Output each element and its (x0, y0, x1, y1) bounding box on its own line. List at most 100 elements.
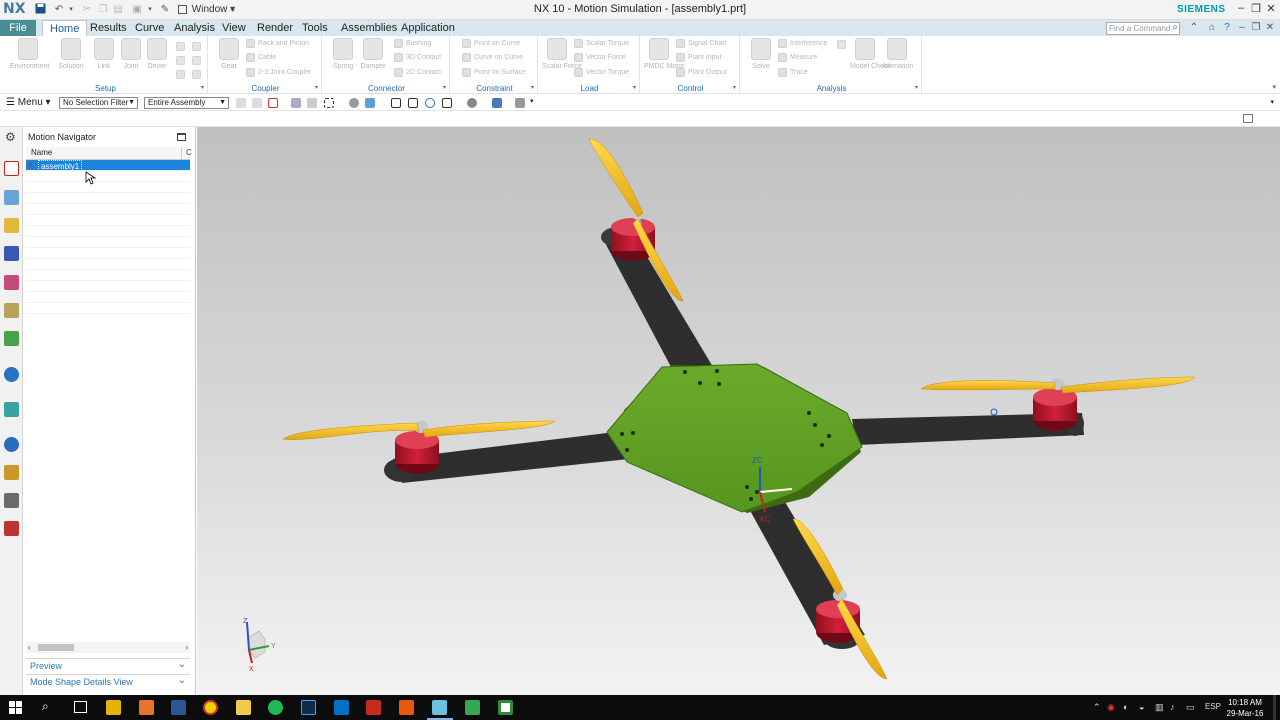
doc-restore-icon[interactable]: ❐ (1250, 22, 1262, 33)
tab-application[interactable]: Application (394, 20, 462, 36)
nx-app-icon[interactable] (432, 700, 447, 715)
environment-button[interactable]: Environment (10, 38, 49, 70)
doc-minimize-icon[interactable]: – (1236, 22, 1248, 33)
toolbar-more-icon[interactable]: ▾ (530, 97, 534, 105)
model-check-button[interactable]: Model Check (850, 38, 891, 70)
scalar-force-button[interactable]: Scalar Force (542, 38, 582, 70)
process-studio-icon[interactable] (4, 402, 19, 417)
clock-icon[interactable] (4, 437, 19, 452)
point-icon[interactable] (192, 42, 201, 51)
outlook-icon[interactable] (334, 700, 349, 715)
part-navigator-icon[interactable] (4, 246, 19, 261)
navigator-horizontal-scrollbar[interactable]: ‹ › (26, 642, 190, 653)
contact-2d-button[interactable]: 2D Contact (394, 67, 441, 79)
web-browser-icon[interactable] (4, 331, 19, 346)
motion-navigator-icon[interactable] (4, 161, 19, 176)
shaded-icon[interactable] (467, 98, 477, 108)
roles-icon[interactable] (4, 465, 19, 480)
word-icon[interactable] (171, 700, 186, 715)
restore-button[interactable]: ❐ (1249, 2, 1263, 15)
plant-output-button[interactable]: Plant Output (676, 67, 727, 79)
system-clock[interactable]: 10:18 AM 29-Mar-16 (1222, 697, 1268, 719)
app-orange-icon[interactable] (139, 700, 154, 715)
solve-button[interactable]: Solve (746, 38, 776, 70)
interference-options-icon[interactable] (837, 40, 846, 49)
point-on-surface-button[interactable]: Point on Surface (462, 67, 526, 79)
tab-tools[interactable]: Tools (295, 20, 335, 36)
doc-close-icon[interactable]: ✕ (1264, 22, 1276, 33)
camtasia-icon[interactable] (498, 700, 513, 715)
tray-app-icon[interactable]: ◐ (1123, 702, 1128, 712)
tab-results[interactable]: Results (83, 20, 134, 36)
damper-button[interactable]: Damper (358, 38, 388, 70)
column-name[interactable]: Name (31, 148, 52, 157)
tree-node-assembly1[interactable]: ♙ assembly1 (26, 160, 190, 173)
fit-icon[interactable] (391, 98, 401, 108)
select-feature-icon[interactable] (236, 98, 246, 108)
select-body-icon[interactable] (252, 98, 262, 108)
folder-icon[interactable] (236, 700, 251, 715)
body-icon[interactable] (176, 70, 185, 79)
rack-and-pinion-button[interactable]: Rack and Pinion (246, 38, 309, 50)
curve-on-curve-button[interactable]: Curve on Curve (462, 52, 523, 64)
reuse-library-icon[interactable] (4, 275, 19, 290)
language-indicator[interactable]: ESP (1205, 702, 1221, 711)
column-divider[interactable] (181, 147, 182, 160)
solution-button[interactable]: Solution (56, 38, 86, 70)
tab-analysis[interactable]: Analysis (167, 20, 222, 36)
ribbon-options-icon[interactable]: ▾ (1272, 83, 1276, 91)
search-icon[interactable]: ⌕ (1169, 22, 1181, 33)
palettes-icon[interactable] (4, 521, 19, 536)
scroll-left-icon[interactable]: ‹ (28, 642, 31, 653)
cable-button[interactable]: Cable (246, 52, 276, 64)
rotate-icon[interactable] (425, 98, 435, 108)
select-edge-icon[interactable] (307, 98, 317, 108)
vector-force-button[interactable]: Vector Force (574, 52, 626, 64)
notifications-icon[interactable]: ▭ (1186, 702, 1195, 713)
mode-shape-panel-header[interactable]: Mode Shape Details View ⌄ (26, 674, 190, 688)
measure-button[interactable]: Measure (778, 52, 817, 64)
zoom-icon[interactable] (408, 98, 418, 108)
bushing-button[interactable]: Bushing (394, 38, 431, 50)
hd3d-tools-icon[interactable] (4, 303, 19, 318)
interference-button[interactable]: Interference (778, 38, 827, 50)
volume-icon[interactable]: ♪ (1170, 702, 1175, 712)
vector-icon[interactable] (176, 56, 185, 65)
collapse-ribbon-icon[interactable]: ⌃ (1188, 22, 1200, 33)
assembly-navigator-icon[interactable] (4, 190, 19, 205)
tab-render[interactable]: Render (250, 20, 300, 36)
plant-input-button[interactable]: Plant Input (676, 52, 721, 64)
pmdc-motor-button[interactable]: PMDC Motor (644, 38, 684, 70)
gear-button[interactable]: Gear (214, 38, 244, 70)
orient-view-icon[interactable] (442, 98, 452, 108)
sensor-icon[interactable] (192, 56, 201, 65)
column-c[interactable]: C (186, 148, 192, 157)
toolbar-options-icon[interactable]: ▾ (1270, 98, 1274, 106)
link-button[interactable]: Link (89, 38, 119, 70)
driver-button[interactable]: Driver (142, 38, 172, 70)
signal-chart-button[interactable]: Signal Chart (676, 38, 727, 50)
green-app-icon[interactable] (465, 700, 480, 715)
task-view-icon[interactable] (74, 701, 87, 713)
animation-button[interactable]: Animation (882, 38, 913, 70)
view-layout-icon[interactable] (1243, 114, 1253, 123)
view-orient-icon[interactable] (365, 98, 375, 108)
show-hidden-icons-icon[interactable]: ⌃ (1093, 702, 1101, 713)
matlab-icon[interactable] (399, 700, 414, 715)
scalar-torque-button[interactable]: Scalar Torque (574, 38, 629, 50)
system-scenes-icon[interactable] (4, 493, 19, 508)
settings-gear-icon[interactable]: ⚙ (5, 130, 16, 144)
graphics-window[interactable]: ZC XC Z Y X (197, 127, 1280, 695)
point-on-curve-button[interactable]: Point on Curve (462, 38, 520, 50)
selection-filter-dropdown[interactable]: No Selection Filter ▼ (59, 97, 138, 109)
tab-file[interactable]: File (0, 20, 36, 36)
scroll-right-icon[interactable]: › (185, 642, 188, 653)
spring-button[interactable]: Spring (328, 38, 358, 70)
general-selection-icon[interactable] (268, 98, 278, 108)
solidworks-icon[interactable] (366, 700, 381, 715)
section-view-icon[interactable] (492, 98, 502, 108)
snap-point-icon[interactable] (291, 98, 301, 108)
photoshop-icon[interactable] (301, 700, 316, 715)
rectangle-select-icon[interactable] (324, 98, 334, 108)
minimize-button[interactable]: – (1234, 2, 1248, 14)
